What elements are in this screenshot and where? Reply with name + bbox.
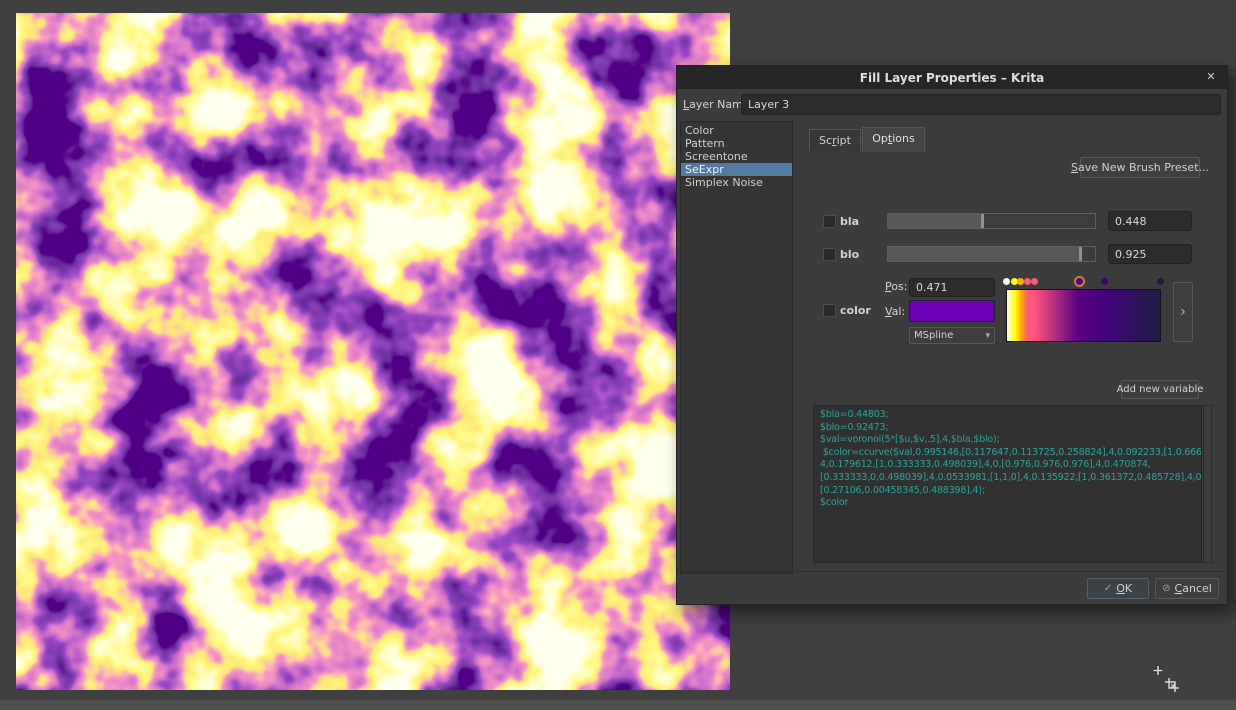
crop-tool-cursor <box>1150 663 1182 695</box>
bla-slider-handle[interactable] <box>981 214 984 228</box>
blo-variable-name: blo <box>840 248 859 261</box>
close-icon[interactable]: ✕ <box>1203 69 1219 85</box>
save-new-brush-preset-button[interactable]: Save New Brush Preset... <box>1080 157 1200 178</box>
add-new-variable-button[interactable]: Add new variable <box>1121 380 1199 399</box>
script-line: $val=voronoi(5*[$u,$v,.5],4,$bla,$blo); <box>820 434 1201 447</box>
list-item-simplex-noise[interactable]: Simplex Noise <box>681 176 792 189</box>
color-checkbox[interactable] <box>823 304 836 317</box>
expand-gradient-button[interactable]: › <box>1173 282 1193 342</box>
cancel-button[interactable]: ⊘ Cancel <box>1155 578 1219 599</box>
ok-button[interactable]: ✓ OK <box>1087 578 1149 599</box>
layer-name-value: Layer 3 <box>748 98 789 111</box>
dialog-title: Fill Layer Properties – Krita <box>860 71 1044 85</box>
blo-checkbox[interactable] <box>823 248 836 261</box>
chevron-right-icon: › <box>1180 304 1186 320</box>
gradient-stop[interactable] <box>1157 278 1164 285</box>
script-line: [0.333333,0,0.498039],4,0.0533981,[1,1,0… <box>820 472 1201 485</box>
seexpr-pattern-image <box>16 13 730 690</box>
stop-color-swatch[interactable] <box>909 300 995 322</box>
gradient-stop[interactable] <box>1031 278 1038 285</box>
crosshair-icon <box>1153 666 1163 676</box>
bla-slider-fill <box>888 214 981 228</box>
script-line: $bla=0.44803; <box>820 409 1201 422</box>
bla-checkbox[interactable] <box>823 215 836 228</box>
gradient-stops-row <box>1006 277 1161 287</box>
list-item-pattern[interactable]: Pattern <box>681 137 792 150</box>
gradient-stop[interactable] <box>1101 278 1108 285</box>
blo-slider-handle[interactable] <box>1079 247 1082 261</box>
footer-separator <box>677 571 1227 572</box>
bla-slider[interactable] <box>887 213 1096 229</box>
pos-label: Pos: <box>885 280 907 293</box>
interpolation-dropdown[interactable]: MSpline ▾ <box>909 327 995 344</box>
tab-options[interactable]: Options <box>862 127 925 152</box>
generator-type-list: Color Pattern Screentone SeExpr Simplex … <box>680 121 793 574</box>
script-line: $color <box>820 497 1201 510</box>
blo-value-input[interactable]: 0.925 <box>1108 244 1192 264</box>
seexpr-script-text[interactable]: $bla=0.44803; $blo=0.92473; $val=voronoi… <box>813 405 1202 563</box>
color-variable-name: color <box>840 304 871 317</box>
gradient-stop-position-input[interactable]: 0.471 <box>909 278 995 297</box>
blo-slider[interactable] <box>887 246 1096 262</box>
fill-layer-properties-dialog: Fill Layer Properties – Krita ✕ Layer Na… <box>676 65 1228 605</box>
document-canvas[interactable] <box>16 13 730 690</box>
layer-name-input[interactable]: Layer 3 <box>741 94 1221 115</box>
gradient-editor <box>1001 277 1167 357</box>
val-label: Val: <box>885 305 905 318</box>
script-line: $blo=0.92473; <box>820 422 1201 435</box>
dialog-titlebar[interactable]: Fill Layer Properties – Krita ✕ <box>677 66 1227 89</box>
blo-slider-fill <box>888 247 1079 261</box>
cancel-circle-icon: ⊘ <box>1162 583 1170 594</box>
chevron-down-icon: ▾ <box>985 331 990 341</box>
workspace-bottom-strip <box>0 700 1236 710</box>
gradient-stop[interactable] <box>1076 278 1083 285</box>
list-item-seexpr[interactable]: SeExpr <box>681 163 792 176</box>
list-item-screentone[interactable]: Screentone <box>681 150 792 163</box>
script-line: [0.27106,0.00458345,0.488398],4); <box>820 485 1201 498</box>
crop-icon <box>1165 678 1179 692</box>
list-item-color[interactable]: Color <box>681 124 792 137</box>
script-scrollbar[interactable] <box>1203 405 1212 563</box>
gradient-bar[interactable] <box>1006 289 1161 342</box>
check-icon: ✓ <box>1104 583 1112 594</box>
bla-value-input[interactable]: 0.448 <box>1108 211 1192 231</box>
tab-script[interactable]: Script <box>809 129 861 151</box>
script-line: $color=ccurve($val,0.995146,[0.117647,0.… <box>820 447 1201 460</box>
script-line: 4,0.179612,[1,0.333333,0.498039],4,0,[0.… <box>820 459 1201 472</box>
bla-variable-name: bla <box>840 215 859 228</box>
gradient-stop[interactable] <box>1003 278 1010 285</box>
